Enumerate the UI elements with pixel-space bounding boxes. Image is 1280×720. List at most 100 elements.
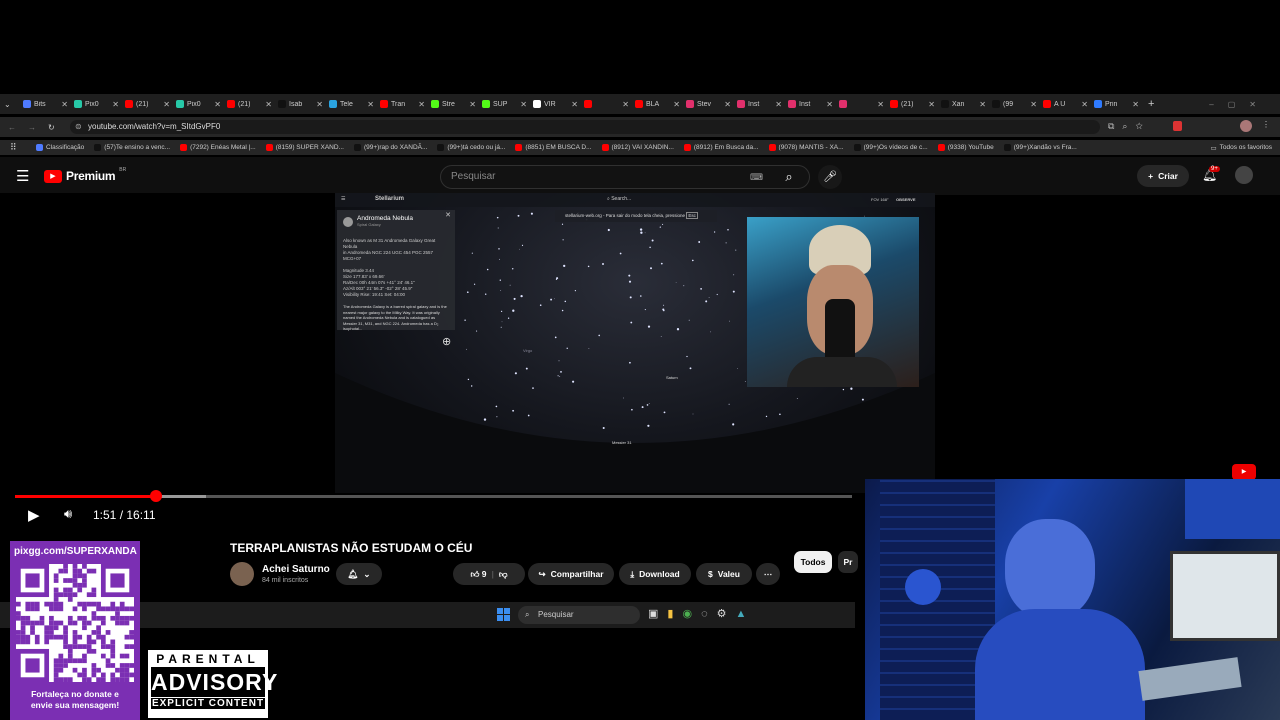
taskbar-apps-icons[interactable]: ▣▮◉◌⚙▲: [648, 607, 755, 620]
bookmark-item[interactable]: (8851) EM BUSCA D...: [515, 144, 592, 151]
create-button[interactable]: + Criar: [1137, 165, 1189, 187]
site-info-icon[interactable]: ⊜: [75, 120, 82, 134]
search-button[interactable]: ⌕: [774, 165, 804, 189]
browser-tab[interactable]: A U ✕: [1040, 96, 1091, 112]
tab-close-icon[interactable]: ✕: [418, 100, 425, 109]
tab-close-icon[interactable]: ✕: [1030, 100, 1037, 109]
url-input[interactable]: ⊜ youtube.com/watch?v=m_SItdGvPF0: [70, 120, 1100, 134]
bookmark-item[interactable]: Classificação: [36, 144, 84, 151]
thumbs-down-icon[interactable]: 👎︎: [499, 569, 508, 580]
tab-close-icon[interactable]: ✕: [826, 100, 833, 109]
share-button[interactable]: ↪ Compartilhar: [528, 563, 614, 585]
browser-tab[interactable]: Prin ✕: [1091, 96, 1142, 112]
browser-tab[interactable]: Tran ✕: [377, 96, 428, 112]
apps-grid-icon[interactable]: ⠿: [10, 142, 17, 153]
browser-tab[interactable]: Isab ✕: [275, 96, 326, 112]
browser-tab[interactable]: Stev ✕: [683, 96, 734, 112]
browser-tab[interactable]: Inst ✕: [785, 96, 836, 112]
bookmark-item[interactable]: (8912) Em Busca da...: [683, 144, 759, 151]
tab-close-icon[interactable]: ✕: [214, 100, 221, 109]
tab-close-icon[interactable]: ✕: [1132, 100, 1139, 109]
browser-tab[interactable]: Pix0 ✕: [173, 96, 224, 112]
stellarium-menu-icon[interactable]: ☰: [341, 196, 345, 202]
tab-close-icon[interactable]: ✕: [265, 100, 272, 109]
browser-tab[interactable]: VIR ✕: [530, 96, 581, 112]
tab-close-icon[interactable]: ✕: [520, 100, 527, 109]
tab-search-chevron-icon[interactable]: ⌄: [4, 100, 20, 109]
tab-close-icon[interactable]: ✕: [673, 100, 680, 109]
filter-chip-all[interactable]: Todos: [794, 551, 832, 573]
tab-close-icon[interactable]: ✕: [316, 100, 323, 109]
youtube-logo[interactable]: ▶ Premium BR: [44, 167, 126, 183]
extensions-icons[interactable]: ⧉⌕☆: [1108, 121, 1151, 132]
browser-tab[interactable]: Stre ✕: [428, 96, 479, 112]
stellarium-search[interactable]: ⌕ Search...: [607, 196, 631, 202]
bookmark-item[interactable]: (8912) VAI XANDIN...: [601, 144, 674, 151]
tab-close-icon[interactable]: ✕: [1081, 100, 1088, 109]
browser-tab[interactable]: (21) ✕: [122, 96, 173, 112]
tab-close-icon[interactable]: ✕: [163, 100, 170, 109]
youtube-search-input[interactable]: Pesquisar ⌨: [440, 165, 810, 189]
volume-icon[interactable]: 🔊︎: [64, 506, 72, 522]
tab-close-icon[interactable]: ✕: [724, 100, 731, 109]
like-button[interactable]: 👍︎ 9: [470, 569, 486, 580]
youtube-subscribe-watermark[interactable]: ▶: [1232, 464, 1256, 480]
bookmark-item[interactable]: (8159) SUPER XAND...: [265, 144, 344, 151]
tab-close-icon[interactable]: ✕: [112, 100, 119, 109]
browser-tab[interactable]: (21) ✕: [224, 96, 275, 112]
browser-tab[interactable]: Inst ✕: [734, 96, 785, 112]
bookmark-item[interactable]: (9338) YouTube: [937, 144, 994, 151]
tab-close-icon[interactable]: ✕: [367, 100, 374, 109]
play-icon[interactable]: ▶: [28, 506, 40, 524]
bookmark-item[interactable]: (99+)Xandão vs Fra...: [1003, 144, 1077, 151]
browser-tab[interactable]: BLA ✕: [632, 96, 683, 112]
back-icon[interactable]: ←: [8, 123, 16, 132]
browser-tab[interactable]: Bits ✕: [20, 96, 71, 112]
channel-name[interactable]: Achei Saturno: [262, 564, 330, 575]
subscription-bell-button[interactable]: 🔔︎ ⌄: [336, 563, 382, 585]
browser-tab[interactable]: Xan ✕: [938, 96, 989, 112]
tab-close-icon[interactable]: ✕: [469, 100, 476, 109]
tab-close-icon[interactable]: ✕: [61, 100, 68, 109]
bookmark-item[interactable]: (99+)rap do XANDÃ...: [353, 144, 427, 151]
browser-tab[interactable]: SUP ✕: [479, 96, 530, 112]
profile-avatar[interactable]: [1240, 120, 1252, 132]
bookmark-item[interactable]: (9078) MANTIS - XA...: [768, 144, 844, 151]
tab-close-icon[interactable]: ✕: [877, 100, 884, 109]
user-avatar[interactable]: [1235, 166, 1253, 184]
bookmark-item[interactable]: (57)Te ensino a venc...: [94, 144, 170, 151]
thanks-button[interactable]: $ Valeu: [696, 563, 752, 585]
voice-search-button[interactable]: 🎤︎: [818, 165, 842, 189]
window-controls[interactable]: –▢✕: [1209, 100, 1270, 109]
progress-scrubber-handle[interactable]: [150, 490, 162, 502]
channel-avatar[interactable]: [230, 562, 254, 586]
windows-start-icon[interactable]: [497, 608, 510, 621]
bookmark-item[interactable]: (99+)Os vídeos de c...: [853, 144, 928, 151]
more-actions-button[interactable]: ⋯: [756, 563, 780, 585]
observe-button[interactable]: OBSERVE: [896, 197, 916, 202]
keyboard-icon[interactable]: ⌨: [750, 166, 763, 188]
tab-close-icon[interactable]: ✕: [622, 100, 629, 109]
reload-icon[interactable]: ↻: [48, 123, 55, 132]
new-tab-button[interactable]: +: [1148, 98, 1154, 110]
filter-chip-next[interactable]: Pr: [838, 551, 858, 573]
hamburger-menu-icon[interactable]: ☰: [16, 167, 29, 185]
menu-kebab-icon[interactable]: ⋮: [1262, 120, 1270, 129]
tab-close-icon[interactable]: ✕: [571, 100, 578, 109]
tab-close-icon[interactable]: ✕: [775, 100, 782, 109]
browser-tab[interactable]: Tele ✕: [326, 96, 377, 112]
browser-tab[interactable]: (21) ✕: [887, 96, 938, 112]
bookmark-item[interactable]: (7292) Enéas Metal |...: [180, 144, 256, 151]
forward-icon[interactable]: →: [28, 123, 36, 132]
taskbar-search-input[interactable]: ⌕ Pesquisar: [518, 606, 640, 624]
crosshair-icon[interactable]: ⊕: [442, 335, 451, 348]
download-button[interactable]: ⤓ Download: [619, 563, 691, 585]
tab-close-icon[interactable]: ✕: [928, 100, 935, 109]
tab-close-icon[interactable]: ✕: [979, 100, 986, 109]
extension-red-icon[interactable]: [1173, 121, 1182, 131]
all-favorites[interactable]: ▭ Todos os favoritos: [1210, 144, 1272, 152]
browser-tab[interactable]: ✕: [836, 96, 887, 112]
browser-tab[interactable]: (99 ✕: [989, 96, 1040, 112]
close-panel-icon[interactable]: ✕: [445, 212, 451, 219]
bookmark-item[interactable]: (99+)tá cedo ou já...: [437, 144, 505, 151]
